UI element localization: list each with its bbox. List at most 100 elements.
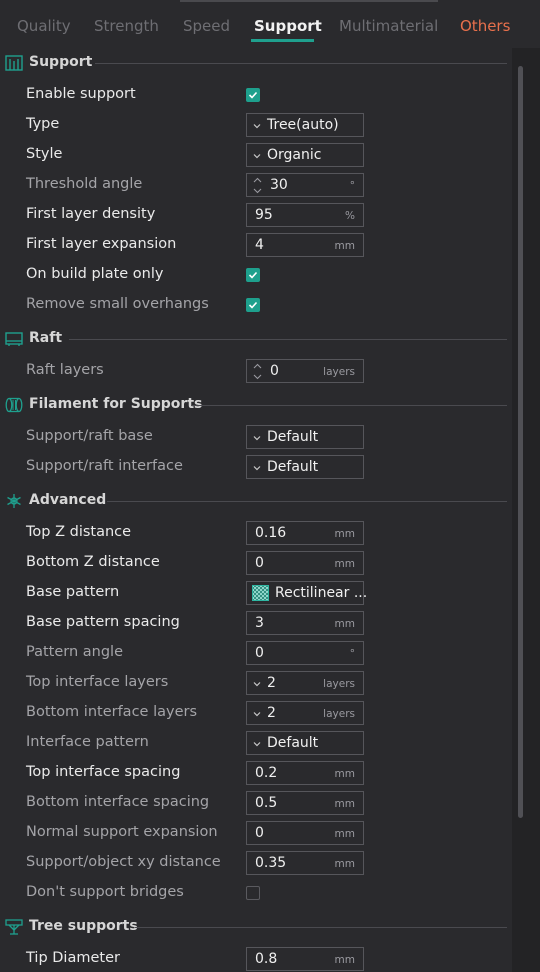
threshold-angle-unit: ° <box>349 180 355 192</box>
enable-support-checkbox[interactable] <box>246 88 260 102</box>
row-bottom-z-distance: Bottom Z distance 0 mm <box>0 550 512 576</box>
scrollbar-thumb[interactable] <box>518 66 523 818</box>
top-z-distance-value: 0.16 <box>255 525 287 541</box>
dont-support-bridges-checkbox[interactable] <box>246 886 260 900</box>
remove-small-overhangs-checkbox[interactable] <box>246 298 260 312</box>
row-tip-diameter: Tip Diameter 0.8 mm <box>0 946 512 972</box>
first-layer-expansion-input[interactable]: 4 mm <box>246 233 364 257</box>
first-layer-density-input[interactable]: 95 % <box>246 203 364 227</box>
support-raft-base-dropdown[interactable]: Default <box>246 425 364 449</box>
tab-support[interactable]: Support <box>254 17 322 35</box>
row-type: Type Tree(auto) <box>0 112 512 138</box>
top-z-distance-unit: mm <box>334 528 355 540</box>
row-support-object-xy-distance: Support/object xy distance 0.35 mm <box>0 850 512 876</box>
section-title: Filament for Supports <box>29 396 203 412</box>
bottom-interface-spacing-input[interactable]: 0.5 mm <box>246 791 364 815</box>
support-object-xy-distance-input[interactable]: 0.35 mm <box>246 851 364 875</box>
raft-layers-unit: layers <box>323 366 355 378</box>
section-divider <box>107 501 507 502</box>
chevron-down-icon <box>253 436 261 441</box>
support-raft-interface-label: Support/raft interface <box>26 458 183 474</box>
section-support: Support <box>0 52 512 74</box>
base-pattern-dropdown[interactable]: Rectilinear ... <box>246 581 368 605</box>
tab-quality[interactable]: Quality <box>17 17 71 35</box>
top-interface-spacing-input[interactable]: 0.2 mm <box>246 761 364 785</box>
section-divider <box>191 405 507 406</box>
row-top-interface-layers: Top interface layers 2 layers <box>0 670 512 696</box>
spin-up-icon[interactable] <box>253 177 262 183</box>
tip-diameter-input[interactable]: 0.8 mm <box>246 947 364 971</box>
tab-others[interactable]: Others <box>460 17 510 35</box>
chevron-down-icon <box>253 124 261 129</box>
bottom-interface-spacing-unit: mm <box>334 798 355 810</box>
row-base-pattern: Base pattern Rectilinear ... <box>0 580 512 606</box>
bottom-z-distance-label: Bottom Z distance <box>26 554 160 570</box>
raft-layers-spinbox[interactable]: 0 layers <box>246 359 364 383</box>
remove-small-overhangs-label: Remove small overhangs <box>26 296 209 312</box>
row-interface-pattern: Interface pattern Default <box>0 730 512 756</box>
tab-strength[interactable]: Strength <box>94 17 159 35</box>
filament-icon <box>5 397 23 413</box>
chevron-down-icon <box>253 466 261 471</box>
top-z-distance-input[interactable]: 0.16 mm <box>246 521 364 545</box>
normal-support-expansion-label: Normal support expansion <box>26 824 218 840</box>
support-object-xy-distance-value: 0.35 <box>255 855 287 871</box>
row-bottom-interface-spacing: Bottom interface spacing 0.5 mm <box>0 790 512 816</box>
pattern-angle-value: 0 <box>255 645 264 661</box>
bottom-interface-spacing-label: Bottom interface spacing <box>26 794 210 810</box>
spin-down-icon[interactable] <box>253 374 262 380</box>
threshold-angle-value: 30 <box>270 177 288 193</box>
row-dont-support-bridges: Don't support bridges <box>0 880 512 906</box>
support-object-xy-distance-unit: mm <box>334 858 355 870</box>
bottom-z-distance-input[interactable]: 0 mm <box>246 551 364 575</box>
bottom-z-distance-unit: mm <box>334 558 355 570</box>
section-title: Raft <box>29 330 63 346</box>
bottom-z-distance-value: 0 <box>255 555 264 571</box>
tip-diameter-label: Tip Diameter <box>26 950 120 966</box>
on-build-plate-only-checkbox[interactable] <box>246 268 260 282</box>
top-interface-layers-unit: layers <box>323 678 355 690</box>
chevron-down-icon <box>253 154 261 159</box>
section-title: Advanced <box>29 492 107 508</box>
base-pattern-spacing-unit: mm <box>334 618 355 630</box>
row-enable-support: Enable support <box>0 82 512 108</box>
first-layer-density-label: First layer density <box>26 206 156 222</box>
pattern-angle-label: Pattern angle <box>26 644 124 660</box>
normal-support-expansion-unit: mm <box>334 828 355 840</box>
support-raft-interface-dropdown[interactable]: Default <box>246 455 364 479</box>
spin-up-icon[interactable] <box>253 363 262 369</box>
tip-diameter-unit: mm <box>334 954 355 966</box>
top-interface-layers-label: Top interface layers <box>26 674 169 690</box>
support-raft-interface-value: Default <box>267 459 319 475</box>
support-raft-base-label: Support/raft base <box>26 428 153 444</box>
bottom-interface-layers-combo[interactable]: 2 layers <box>246 701 364 725</box>
row-support-raft-base: Support/raft base Default <box>0 424 512 450</box>
interface-pattern-label: Interface pattern <box>26 734 149 750</box>
enable-support-label: Enable support <box>26 86 136 102</box>
section-divider <box>69 339 507 340</box>
type-dropdown[interactable]: Tree(auto) <box>246 113 364 137</box>
support-icon <box>5 55 23 71</box>
row-threshold-angle: Threshold angle 30 ° <box>0 172 512 198</box>
chevron-down-icon <box>253 712 261 717</box>
tab-multimaterial[interactable]: Multimaterial <box>339 17 438 35</box>
section-divider <box>95 63 507 64</box>
tip-diameter-value: 0.8 <box>255 951 278 967</box>
style-dropdown[interactable]: Organic <box>246 143 364 167</box>
tab-speed[interactable]: Speed <box>183 17 230 35</box>
settings-tab-bar: Quality Strength Speed Support Multimate… <box>0 0 540 44</box>
pattern-angle-input[interactable]: 0 ° <box>246 641 364 665</box>
spin-down-icon[interactable] <box>253 188 262 194</box>
bottom-interface-layers-value: 2 <box>267 705 276 721</box>
base-pattern-spacing-input[interactable]: 3 mm <box>246 611 364 635</box>
bottom-interface-layers-unit: layers <box>323 708 355 720</box>
threshold-angle-spinbox[interactable]: 30 ° <box>246 173 364 197</box>
top-interface-layers-combo[interactable]: 2 layers <box>246 671 364 695</box>
scrollbar-track[interactable] <box>512 48 540 972</box>
first-layer-density-unit: % <box>345 210 355 222</box>
interface-pattern-dropdown[interactable]: Default <box>246 731 364 755</box>
normal-support-expansion-input[interactable]: 0 mm <box>246 821 364 845</box>
top-interface-layers-value: 2 <box>267 675 276 691</box>
support-raft-base-value: Default <box>267 429 319 445</box>
base-pattern-value: Rectilinear ... <box>275 585 368 601</box>
